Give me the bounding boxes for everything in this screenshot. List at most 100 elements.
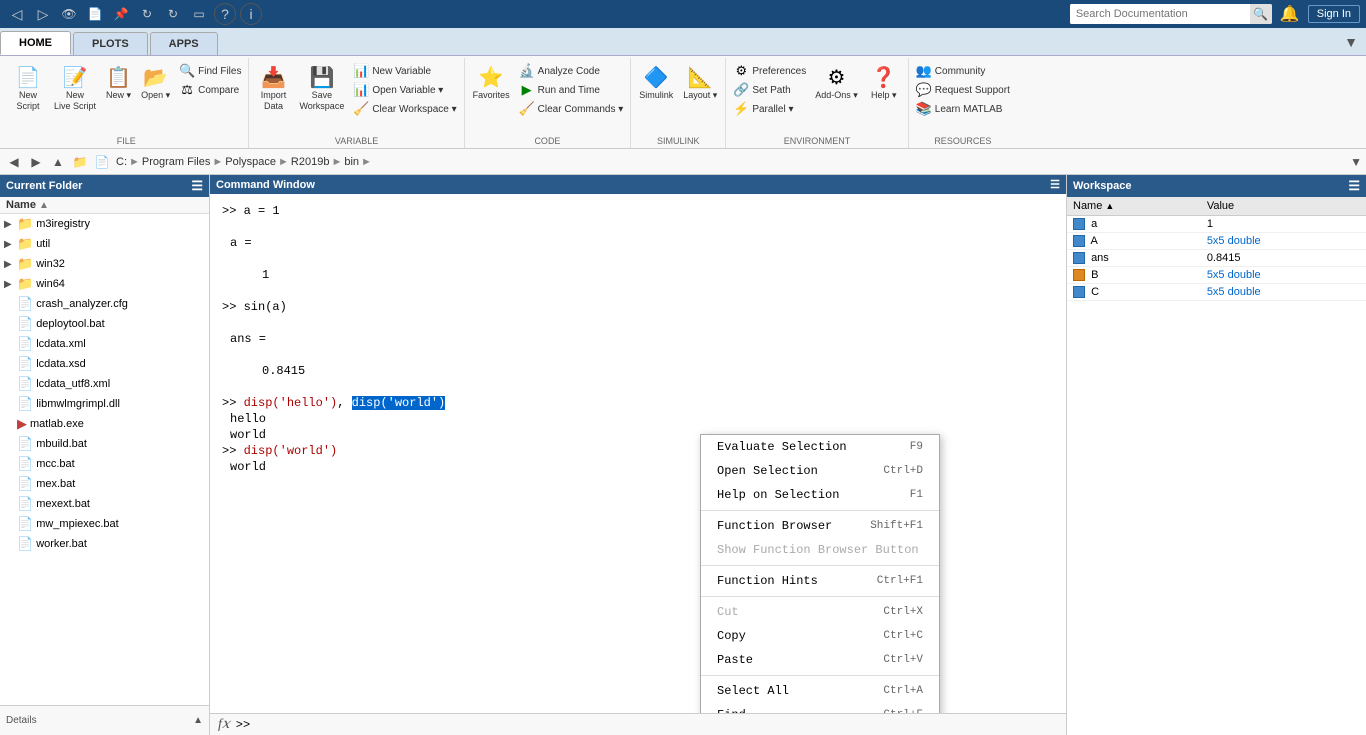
search-icon[interactable]: 🔍 <box>1250 4 1272 24</box>
favorites-button[interactable]: ⭐ Favorites <box>469 62 514 104</box>
table-row[interactable]: B 5x5 double <box>1067 267 1366 284</box>
ctx-paste[interactable]: Paste Ctrl+V <box>701 648 939 672</box>
toolbar-btn3[interactable]: 📌 <box>110 3 132 25</box>
list-item[interactable]: 📄 mcc.bat <box>0 454 209 474</box>
save-workspace-button[interactable]: 💾 SaveWorkspace <box>295 62 348 115</box>
info-icon[interactable]: i <box>240 3 262 25</box>
clear-commands-button[interactable]: 🧹 Clear Commands ▾ <box>516 100 627 118</box>
run-and-time-button[interactable]: ▶ Run and Time <box>516 81 627 99</box>
ws-var-C: C <box>1091 286 1099 298</box>
toolbar-btn4[interactable]: ↻ <box>136 3 158 25</box>
list-item[interactable]: ▶ matlab.exe <box>0 414 209 434</box>
path-programfiles[interactable]: Program Files <box>142 156 210 168</box>
search-input[interactable] <box>1070 4 1250 24</box>
nav-up-btn[interactable]: ▲ <box>48 152 68 172</box>
new-dropdown-button[interactable]: 📋 New ▾ <box>102 62 135 104</box>
parallel-button[interactable]: ⚡ Parallel ▾ <box>730 100 809 118</box>
list-item[interactable]: ▶ 📁 util <box>0 234 209 254</box>
list-item[interactable]: 📄 mw_mpiexec.bat <box>0 514 209 534</box>
ctx-function-hints[interactable]: Function Hints Ctrl+F1 <box>701 569 939 593</box>
command-window-body[interactable]: >> a = 1 a = 1 >> sin(a) ans = 0.8415 >>… <box>210 194 1066 713</box>
list-item[interactable]: 📄 libmwlmgrimpl.dll <box>0 394 209 414</box>
open-button[interactable]: 📂 Open ▾ <box>137 62 174 104</box>
nav-forward-btn[interactable]: ▶ <box>26 152 46 172</box>
import-data-button[interactable]: 📥 ImportData <box>253 62 293 115</box>
path-polyspace[interactable]: Polyspace <box>225 156 276 168</box>
back-btn[interactable]: ◁ <box>6 3 28 25</box>
new-live-script-button[interactable]: 📝 NewLive Script <box>50 62 100 115</box>
list-item[interactable]: ▶ 📁 win32 <box>0 254 209 274</box>
table-row[interactable]: A 5x5 double <box>1067 233 1366 250</box>
list-item[interactable]: 📄 worker.bat <box>0 534 209 554</box>
sign-in-button[interactable]: Sign In <box>1308 5 1360 23</box>
table-row[interactable]: C 5x5 double <box>1067 284 1366 301</box>
ctx-copy[interactable]: Copy Ctrl+C <box>701 624 939 648</box>
ctx-select-all[interactable]: Select All Ctrl+A <box>701 679 939 703</box>
path-r2019b[interactable]: R2019b <box>291 156 330 168</box>
path-c[interactable]: C: <box>116 156 127 168</box>
list-item[interactable]: 📄 lcdata.xsd <box>0 354 209 374</box>
new-script-button[interactable]: 📄 NewScript <box>8 62 48 115</box>
tree-item-label: util <box>36 238 50 250</box>
table-row[interactable]: a 1 <box>1067 216 1366 233</box>
toolbar-btn5[interactable]: ↻ <box>162 3 184 25</box>
ctx-find[interactable]: Find... Ctrl+F <box>701 703 939 713</box>
simulink-button[interactable]: 🔷 Simulink <box>635 62 677 104</box>
find-files-button[interactable]: 🔍 Find Files <box>176 62 244 80</box>
list-item[interactable]: 📄 lcdata.xml <box>0 334 209 354</box>
set-path-button[interactable]: 🔗 Set Path <box>730 81 809 99</box>
help-icon[interactable]: ? <box>214 3 236 25</box>
compare-icon: ⚖ <box>179 82 195 98</box>
preferences-button[interactable]: ⚙ Preferences <box>730 62 809 80</box>
notification-icon[interactable]: 🔔 <box>1280 4 1300 24</box>
list-item[interactable]: 📄 crash_analyzer.cfg <box>0 294 209 314</box>
request-support-button[interactable]: 💬 Request Support <box>913 81 1013 99</box>
add-ons-button[interactable]: ⚙ Add-Ons ▾ <box>811 62 862 104</box>
layout-button[interactable]: 📐 Layout ▾ <box>679 62 721 104</box>
ws-col-name[interactable]: Name ▲ <box>1067 197 1201 216</box>
ctx-open-selection[interactable]: Open Selection Ctrl+D <box>701 459 939 483</box>
ctx-function-browser[interactable]: Function Browser Shift+F1 <box>701 514 939 538</box>
list-item[interactable]: 📄 deploytool.bat <box>0 314 209 334</box>
nav-back-btn[interactable]: ◀ <box>4 152 24 172</box>
community-button[interactable]: 👥 Community <box>913 62 1013 80</box>
learn-matlab-button[interactable]: 📚 Learn MATLAB <box>913 100 1013 118</box>
tab-home[interactable]: HOME <box>0 31 71 55</box>
nav-browse-btn[interactable]: 📁 <box>70 152 90 172</box>
forward-btn[interactable]: ▷ <box>32 3 54 25</box>
list-item[interactable]: 📄 mbuild.bat <box>0 434 209 454</box>
cmd-menu-icon[interactable]: ☰ <box>1050 178 1060 191</box>
open-variable-button[interactable]: 📊 Open Variable ▾ <box>350 81 459 99</box>
analyze-code-button[interactable]: 🔬 Analyze Code <box>516 62 627 80</box>
toolbar-btn1[interactable]: 👁 <box>58 3 80 25</box>
clear-workspace-button[interactable]: 🧹 Clear Workspace ▾ <box>350 100 459 118</box>
addr-down-icon[interactable]: ▼ <box>1350 155 1362 169</box>
nav-refresh-btn[interactable]: 📄 <box>92 152 112 172</box>
list-item[interactable]: 📄 lcdata_utf8.xml <box>0 374 209 394</box>
ws-var-name: C <box>1067 284 1201 301</box>
table-row[interactable]: ans 0.8415 <box>1067 250 1366 267</box>
community-icon: 👥 <box>916 63 932 79</box>
tab-plots[interactable]: PLOTS <box>73 32 148 55</box>
help-button[interactable]: ❓ Help ▾ <box>864 62 904 104</box>
list-item[interactable]: ▶ 📁 win64 <box>0 274 209 294</box>
ws-col-value[interactable]: Value <box>1201 197 1366 216</box>
tab-apps[interactable]: APPS <box>150 32 218 55</box>
details-expand-icon[interactable]: ▲ <box>193 715 203 726</box>
toolbar-btn6[interactable]: ▭ <box>188 3 210 25</box>
new-variable-button[interactable]: 📊 New Variable <box>350 62 459 80</box>
ribbon-minimize[interactable]: ▼ <box>1336 31 1366 53</box>
current-folder-menu-icon[interactable]: ☰ <box>191 178 203 194</box>
list-item[interactable]: 📄 mex.bat <box>0 474 209 494</box>
current-folder-panel: Current Folder ☰ Name ▲ ▶ 📁 m3iregistry … <box>0 175 210 735</box>
compare-button[interactable]: ⚖ Compare <box>176 81 244 99</box>
list-item[interactable]: 📄 mexext.bat <box>0 494 209 514</box>
ws-var-ans: ans <box>1091 252 1109 264</box>
ctx-help-on-selection[interactable]: Help on Selection F1 <box>701 483 939 507</box>
command-window-title: Command Window <box>216 179 315 191</box>
ctx-evaluate-selection[interactable]: Evaluate Selection F9 <box>701 435 939 459</box>
list-item[interactable]: ▶ 📁 m3iregistry <box>0 214 209 234</box>
toolbar-btn2[interactable]: 📄 <box>84 3 106 25</box>
path-bin[interactable]: bin <box>344 156 359 168</box>
workspace-menu-icon[interactable]: ☰ <box>1348 178 1360 194</box>
